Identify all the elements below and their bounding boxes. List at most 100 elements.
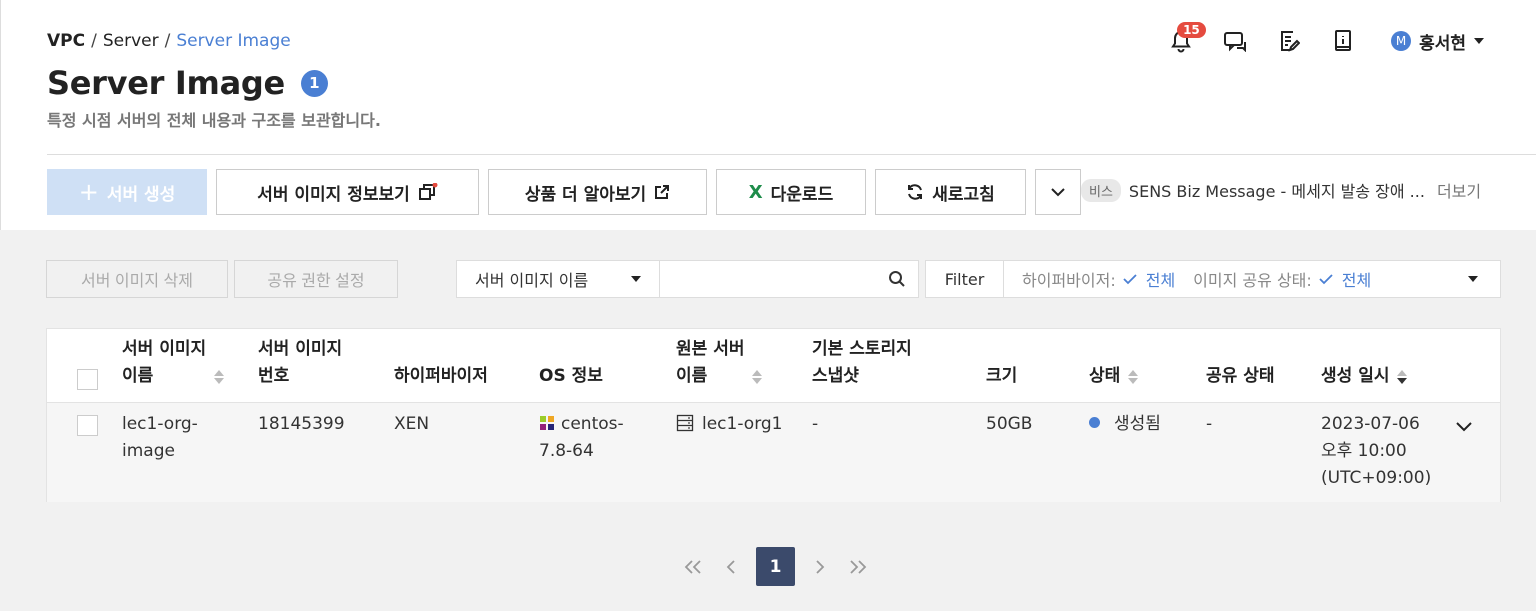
next-page-button[interactable] [807, 548, 833, 586]
header-image-name-line1: 서버 이미지 [122, 339, 207, 359]
header-snapshot-text: 기본 스토리지스냅샷 [812, 336, 912, 390]
breadcrumb-separator: / [91, 31, 97, 51]
header-status[interactable]: 상태 [1089, 363, 1139, 390]
top-panel: VPC / Server / Server Image Server Image… [0, 0, 1536, 230]
chevron-down-icon [1456, 422, 1472, 432]
open-window-icon [418, 183, 438, 200]
count-badge: 1 [300, 69, 328, 97]
header-origin-server[interactable]: 원본 서버이름 [676, 336, 763, 390]
header-status-text: 상태 [1089, 366, 1121, 386]
breadcrumb-server[interactable]: Server [103, 31, 159, 51]
filter-share-label: 이미지 공유 상태: [1193, 271, 1312, 290]
page-title: Server Image [47, 64, 285, 102]
filter-label: Filter [926, 261, 1004, 297]
prev-page-button[interactable] [718, 548, 744, 586]
header-created[interactable]: 생성 일시 [1321, 363, 1408, 390]
filter-hypervisor[interactable]: 하이퍼바이저: 전체 [1022, 267, 1175, 291]
header-image-number-line1: 서버 이미지 [258, 339, 343, 359]
check-icon [1123, 274, 1137, 285]
avatar: M [1391, 31, 1412, 51]
filter-share-status[interactable]: 이미지 공유 상태: 전체 [1193, 267, 1371, 291]
first-page-button[interactable] [680, 548, 706, 586]
header-origin-server-text: 원본 서버이름 [676, 336, 744, 390]
cell-os-line1: centos- [561, 414, 624, 434]
page-number-current[interactable]: 1 [756, 547, 795, 586]
header-storage-snapshot: 기본 스토리지스냅샷 [812, 336, 912, 390]
cell-image-name-line2: image [122, 441, 175, 461]
search-box [659, 260, 919, 298]
centos-logo-icon [540, 416, 554, 430]
header-image-number-line2: 번호 [258, 366, 290, 386]
cell-image-number: 18145399 [258, 414, 345, 434]
header-origin-server-line2: 이름 [676, 366, 708, 386]
breadcrumb: VPC / Server / Server Image [47, 31, 291, 51]
download-button[interactable]: X 다운로드 [716, 169, 866, 215]
view-image-info-button[interactable]: 서버 이미지 정보보기 [216, 169, 479, 215]
divider [47, 154, 1536, 155]
cell-image-name: lec1-org-image [122, 411, 198, 465]
action-bar: + 서버 생성 서버 이미지 정보보기 상품 더 알아보기 X 다운로드 새로고… [47, 169, 1081, 215]
excel-icon: X [748, 181, 763, 203]
header-size: 크기 [986, 366, 1018, 386]
cell-status: 생성됨 [1089, 411, 1161, 438]
create-server-button[interactable]: + 서버 생성 [47, 169, 207, 215]
notice-tag: 비스 [1081, 178, 1121, 202]
breadcrumb-server-image[interactable]: Server Image [176, 31, 290, 51]
sort-icon [1128, 370, 1139, 384]
external-link-icon [655, 185, 670, 199]
header-image-name[interactable]: 서버 이미지이름 [122, 336, 225, 390]
notice-banner: 비스 SENS Biz Message - 메세지 발송 장애 ... 더보기 [1081, 178, 1481, 202]
server-image-table: 서버 이미지이름 서버 이미지번호 하이퍼바이저 OS 정보 원본 서버이름 기… [46, 328, 1501, 502]
chat-button[interactable] [1221, 24, 1249, 58]
refresh-icon [908, 184, 923, 200]
filter-bar[interactable]: Filter 하이퍼바이저: 전체 이미지 공유 상태: 전체 [925, 260, 1501, 298]
cell-origin-server[interactable]: lec1-org1 [676, 411, 783, 438]
last-page-button[interactable] [845, 548, 871, 586]
search-input[interactable] [660, 261, 888, 297]
notification-count-badge: 15 [1177, 22, 1206, 38]
user-menu[interactable]: M 홍서현 [1391, 29, 1484, 54]
refresh-button[interactable]: 새로고침 [875, 169, 1026, 215]
cell-snapshot: - [812, 414, 819, 434]
double-chevron-right-icon [850, 559, 867, 574]
header-image-name-text: 서버 이미지이름 [122, 336, 206, 390]
delete-image-button[interactable]: 서버 이미지 삭제 [46, 260, 228, 298]
page-subtitle: 특정 시점 서버의 전체 내용과 구조를 보관합니다. [47, 111, 381, 130]
check-icon [1319, 274, 1333, 285]
search-field-select[interactable]: 서버 이미지 이름 [456, 260, 660, 298]
cell-created-timezone: (UTC+09:00) [1321, 468, 1432, 488]
notes-button[interactable] [1275, 24, 1303, 58]
learn-more-button[interactable]: 상품 더 알아보기 [488, 169, 707, 215]
share-permission-button[interactable]: 공유 권한 설정 [234, 260, 398, 298]
header-share-status: 공유 상태 [1206, 366, 1275, 386]
row-expand-button[interactable] [1455, 417, 1473, 436]
create-server-label: 서버 생성 [106, 184, 176, 205]
table-row[interactable]: lec1-org-image 18145399 XEN centos- 7.8-6… [47, 403, 1500, 502]
select-all-checkbox[interactable] [77, 369, 98, 390]
filter-expand-icon[interactable] [1468, 276, 1478, 282]
header-hypervisor: 하이퍼바이저 [394, 366, 488, 386]
cell-hypervisor: XEN [394, 414, 430, 434]
breadcrumb-vpc[interactable]: VPC [47, 31, 85, 51]
header-os: OS 정보 [539, 366, 603, 386]
double-chevron-left-icon [684, 559, 701, 574]
table-header: 서버 이미지이름 서버 이미지번호 하이퍼바이저 OS 정보 원본 서버이름 기… [47, 329, 1500, 403]
header-snapshot-line1: 기본 스토리지 [812, 339, 912, 359]
more-actions-button[interactable] [1035, 169, 1081, 215]
header-image-name-line2: 이름 [122, 366, 154, 386]
cell-size: 50GB [986, 414, 1033, 434]
notice-text[interactable]: SENS Biz Message - 메세지 발송 장애 ... [1129, 178, 1425, 202]
guide-button[interactable] [1329, 24, 1357, 58]
header-origin-server-line1: 원본 서버 [676, 339, 745, 359]
search-icon[interactable] [888, 270, 906, 288]
header-snapshot-line2: 스냅샷 [812, 366, 859, 386]
notification-button[interactable]: 15 [1167, 22, 1206, 58]
sort-desc-icon [1397, 370, 1408, 384]
notice-more-link[interactable]: 더보기 [1437, 178, 1481, 202]
view-image-info-label: 서버 이미지 정보보기 [257, 184, 410, 205]
header-image-number-text: 서버 이미지번호 [258, 336, 342, 390]
user-name: 홍서현 [1419, 33, 1466, 54]
row-checkbox[interactable] [77, 415, 98, 436]
header-created-text: 생성 일시 [1321, 366, 1390, 386]
download-label: 다운로드 [770, 184, 834, 205]
